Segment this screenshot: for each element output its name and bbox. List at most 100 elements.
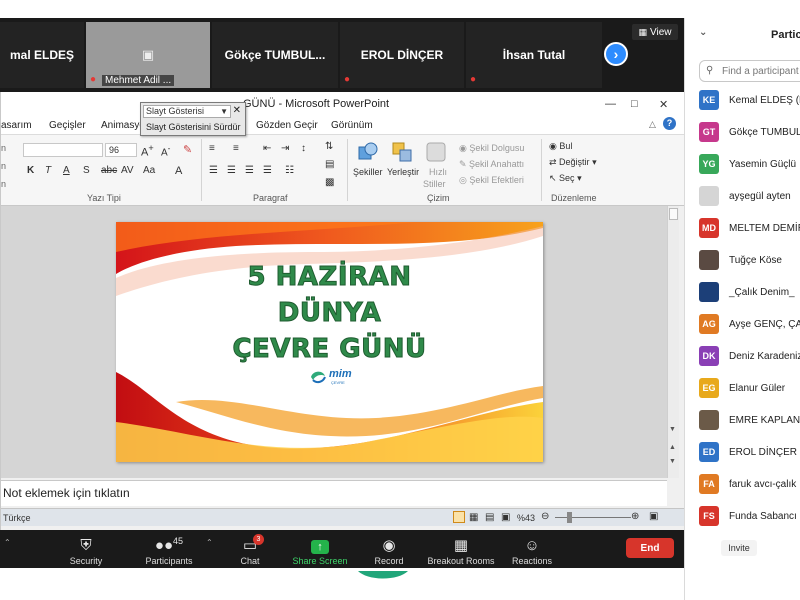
help-icon[interactable]: ?	[663, 117, 676, 130]
slideshow-popup-header[interactable]: Slayt Gösterisi ▼	[143, 105, 231, 118]
participant-row[interactable]: YG Yasemin Güçlü	[699, 154, 800, 176]
normal-view-icon[interactable]	[453, 511, 465, 523]
columns-icon[interactable]: ☷	[285, 165, 294, 176]
zoom-slider-thumb[interactable]	[567, 512, 572, 523]
line-spacing-icon[interactable]: ↕	[301, 143, 306, 154]
justify-icon[interactable]: ☰	[263, 165, 272, 176]
minimize-icon[interactable]: —	[605, 98, 616, 110]
slideshow-view-icon[interactable]: ▣	[501, 512, 510, 523]
vertical-scrollbar[interactable]: ▼ ▲ ▼	[667, 206, 679, 478]
slide-canvas[interactable]: 5 HAZİRAN DÜNYA ÇEVRE GÜNÜ mim ÇEVRE	[116, 222, 543, 462]
breakout-rooms-button[interactable]: ▦ Breakout Rooms	[424, 532, 498, 567]
shape-outline-button[interactable]: ✎ Şekil Anahattı	[459, 159, 524, 170]
bold-icon[interactable]: K	[27, 165, 34, 176]
italic-icon[interactable]: T	[45, 165, 51, 176]
underline-icon[interactable]: A	[63, 165, 70, 176]
arrange-button[interactable]: Yerleştir	[387, 167, 419, 177]
text-direction-icon[interactable]: ⇅	[325, 141, 333, 152]
reactions-button[interactable]: ☺ Reactions	[508, 532, 556, 567]
replace-button[interactable]: ⇄ Değiştir ▾	[549, 157, 597, 168]
shape-effects-button[interactable]: ◎ Şekil Efektleri	[459, 175, 524, 186]
decrease-indent-icon[interactable]: ⇤	[263, 143, 271, 154]
notes-pane[interactable]: Not eklemek için tıklatın	[1, 480, 667, 506]
grow-font-icon[interactable]: A+	[141, 143, 154, 159]
align-text-icon[interactable]: ▤	[325, 159, 334, 170]
maximize-icon[interactable]: □	[631, 98, 638, 110]
font-color-icon[interactable]: A	[175, 165, 182, 177]
zoom-in-icon[interactable]: ⊕	[631, 511, 639, 522]
participant-row[interactable]: ED EROL DİNÇER	[699, 442, 800, 464]
record-button[interactable]: ◉ Record	[370, 532, 408, 567]
participant-row[interactable]: FA faruk avcı-çalık	[699, 474, 800, 496]
tab-view[interactable]: Görünüm	[331, 120, 373, 131]
fit-slide-icon[interactable]: ▣	[649, 511, 658, 522]
security-button[interactable]: ⛨ Security	[66, 532, 106, 567]
scroll-down-icon[interactable]: ▼	[669, 426, 676, 433]
video-tile-2[interactable]: ▣ ● Mehmet Adil ...	[86, 22, 210, 88]
participant-search-input[interactable]: ⚲ Find a participant	[699, 60, 800, 82]
clear-format-icon[interactable]: ✎	[183, 143, 192, 156]
find-button[interactable]: ◉ Bul	[549, 141, 572, 152]
participant-row[interactable]: KE Kemal ELDEŞ (H	[699, 90, 800, 112]
next-page-button[interactable]: ›	[604, 42, 628, 66]
collapse-chevron-icon[interactable]: ⌄	[699, 27, 707, 38]
participant-row[interactable]: _Çalık Denim_	[699, 282, 800, 304]
align-right-icon[interactable]: ☰	[245, 165, 254, 176]
participant-row[interactable]: EMRE KAPLAN	[699, 410, 800, 432]
align-left-icon[interactable]: ☰	[209, 165, 218, 176]
participant-row[interactable]: ayşegül ayten	[699, 186, 800, 208]
video-tile-5[interactable]: İhsan Tutal ●	[466, 22, 602, 88]
close-icon[interactable]: ✕	[659, 98, 668, 111]
ribbon-minimize-icon[interactable]: △	[649, 119, 656, 130]
zoom-out-icon[interactable]: ⊖	[541, 511, 549, 522]
participant-row[interactable]: Tuğçe Köse	[699, 250, 800, 272]
quick-styles-label-2[interactable]: Stiller	[423, 179, 446, 189]
caret-up-icon[interactable]: ⌃	[206, 538, 213, 547]
invite-button[interactable]: Invite	[721, 540, 757, 556]
change-case-icon[interactable]: Aa	[143, 165, 155, 176]
previous-slide-icon[interactable]: ▲	[669, 444, 676, 451]
font-size-select[interactable]: 96	[105, 143, 137, 157]
smartart-icon[interactable]: ▩	[325, 177, 334, 188]
caret-up-icon[interactable]: ⌃	[4, 538, 11, 547]
shadow-icon[interactable]: S	[83, 165, 90, 176]
participant-row[interactable]: AG Ayşe GENÇ, ÇAL	[699, 314, 800, 336]
participant-row[interactable]: DK Deniz Karadeniz	[699, 346, 800, 368]
numbering-icon[interactable]: ≡	[233, 143, 239, 154]
select-button[interactable]: ↖ Seç ▾	[549, 173, 582, 184]
shrink-font-icon[interactable]: A-	[161, 143, 170, 158]
shape-fill-button[interactable]: ◉ Şekil Dolgusu	[459, 143, 524, 154]
participant-row[interactable]: EG Elanur Güler	[699, 378, 800, 400]
chat-button[interactable]: ▭ 3 Chat	[234, 532, 266, 566]
align-center-icon[interactable]: ☰	[227, 165, 236, 176]
resume-slideshow-item[interactable]: Slayt Gösterisini Sürdür	[146, 122, 241, 132]
scrollbar-thumb[interactable]	[669, 208, 678, 220]
end-meeting-button[interactable]: End	[626, 538, 674, 558]
tab-animations[interactable]: Animasyo	[101, 120, 145, 131]
font-family-select[interactable]	[23, 143, 103, 157]
video-tile-3[interactable]: Gökçe TUMBUL...	[212, 22, 338, 88]
quick-styles-label-1[interactable]: Hızlı	[429, 167, 447, 177]
participant-row[interactable]: GT Gökçe TUMBUL	[699, 122, 800, 144]
participant-row[interactable]: MD MELTEM DEMİR	[699, 218, 800, 240]
shapes-button[interactable]: Şekiller	[353, 167, 383, 177]
reading-view-icon[interactable]: ▤	[485, 512, 494, 523]
slide-sorter-icon[interactable]: ▦	[469, 512, 478, 523]
bullets-icon[interactable]: ≡	[209, 143, 215, 154]
language-status[interactable]: Türkçe	[3, 513, 31, 523]
participant-row[interactable]: FS Funda Sabancı	[699, 506, 800, 528]
view-button[interactable]: ▦ View	[632, 24, 678, 40]
share-screen-button[interactable]: ↑ Share Screen	[288, 532, 352, 566]
char-spacing-icon[interactable]: AV	[121, 165, 134, 176]
zoom-level[interactable]: %43	[517, 513, 535, 523]
tab-review[interactable]: Gözden Geçir	[256, 120, 318, 131]
increase-indent-icon[interactable]: ⇥	[281, 143, 289, 154]
tab-design[interactable]: asarım	[1, 120, 32, 131]
participants-button[interactable]: ●●45 Participants	[140, 532, 198, 566]
tab-transitions[interactable]: Geçişler	[49, 120, 86, 131]
video-tile-4[interactable]: EROL DİNÇER ●	[340, 22, 464, 88]
close-icon[interactable]: ✕	[233, 105, 241, 116]
next-slide-icon[interactable]: ▼	[669, 458, 676, 465]
video-tile-1[interactable]: mal ELDEŞ	[0, 22, 84, 88]
strikethrough-icon[interactable]: abc	[101, 165, 117, 176]
